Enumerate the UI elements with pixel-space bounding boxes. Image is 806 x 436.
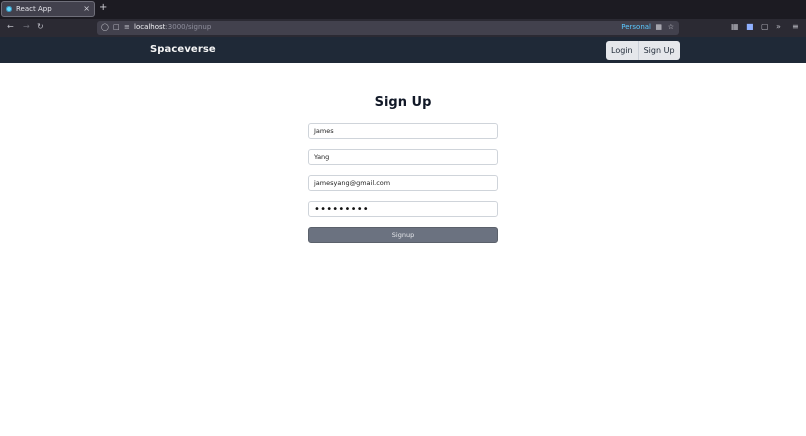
url-bar[interactable]: ◯ □ ≡ localhost:3000/signup Personal ▦ ☆ bbox=[97, 21, 679, 35]
extensions-grid-icon[interactable]: ▦ bbox=[731, 22, 739, 31]
reload-icon[interactable]: ↻ bbox=[37, 22, 44, 31]
shield-icon[interactable]: ◯ bbox=[101, 23, 109, 31]
password-input[interactable]: ••••••••• bbox=[308, 201, 498, 217]
browser-tab-bar: React App × + bbox=[0, 0, 806, 19]
site-info-icon[interactable]: ≡ bbox=[124, 23, 130, 31]
container-label[interactable]: Personal bbox=[621, 23, 651, 31]
grid-icon[interactable]: ▦ bbox=[655, 23, 662, 31]
menu-icon[interactable]: ≡ bbox=[792, 22, 799, 31]
last-name-input[interactable]: Yang bbox=[308, 149, 498, 165]
browser-tab[interactable]: React App × bbox=[1, 1, 95, 17]
brand-logo[interactable]: Spaceverse bbox=[150, 44, 216, 55]
browser-nav-bar: ← → ↻ ◯ □ ≡ localhost:3000/signup Person… bbox=[0, 19, 806, 37]
back-icon[interactable]: ← bbox=[7, 22, 14, 31]
react-favicon-icon bbox=[6, 6, 12, 12]
new-tab-icon[interactable]: + bbox=[99, 2, 107, 13]
first-name-input[interactable]: James bbox=[308, 123, 498, 139]
page-title: Sign Up bbox=[374, 95, 432, 110]
auth-button-group: Login Sign Up bbox=[606, 41, 680, 60]
bookmark-star-icon[interactable]: ☆ bbox=[668, 23, 674, 31]
signup-submit-button[interactable]: Signup bbox=[308, 227, 498, 243]
screenshot-icon[interactable]: ▢ bbox=[761, 22, 769, 31]
email-input[interactable]: jamesyang@gmail.com bbox=[308, 175, 498, 191]
tab-close-icon[interactable]: × bbox=[83, 4, 90, 13]
tab-title: React App bbox=[16, 5, 52, 13]
url-text[interactable]: localhost:3000/signup bbox=[134, 23, 211, 31]
login-button[interactable]: Login bbox=[606, 41, 638, 60]
page-icon[interactable]: □ bbox=[113, 23, 120, 31]
extension-icon[interactable]: ■ bbox=[746, 22, 754, 31]
app-header: Spaceverse Login Sign Up bbox=[0, 37, 806, 63]
signup-nav-button[interactable]: Sign Up bbox=[637, 41, 680, 60]
forward-icon[interactable]: → bbox=[23, 22, 30, 31]
overflow-chevron-icon[interactable]: » bbox=[776, 22, 781, 31]
